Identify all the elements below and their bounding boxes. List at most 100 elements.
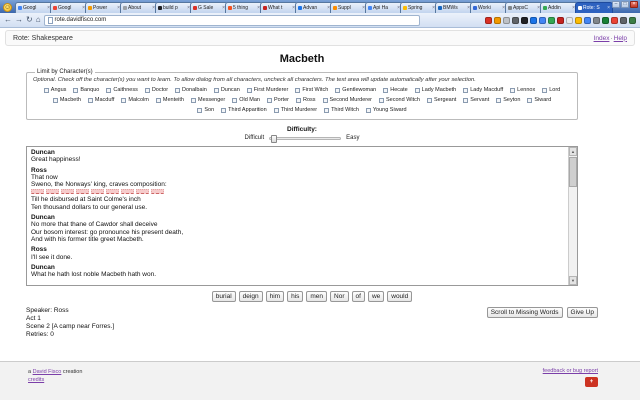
checkbox-icon[interactable]	[87, 97, 93, 103]
character-checkbox-item[interactable]: Macduff	[87, 97, 114, 103]
checkbox-icon[interactable]	[144, 87, 150, 93]
checkbox-icon[interactable]	[324, 107, 330, 113]
extension-icon[interactable]	[512, 16, 519, 24]
extension-icon[interactable]	[611, 16, 618, 24]
word-button[interactable]: him	[265, 291, 285, 302]
checkbox-icon[interactable]	[155, 97, 161, 103]
character-checkbox-item[interactable]: Ross	[295, 97, 316, 103]
david-fisco-link[interactable]: David Fisco	[33, 369, 62, 375]
checkbox-icon[interactable]	[232, 97, 238, 103]
extension-icon[interactable]	[575, 16, 582, 24]
missing-word-blank[interactable]	[121, 189, 134, 195]
character-checkbox-item[interactable]: First Murderer	[246, 87, 288, 93]
missing-word-blank[interactable]	[76, 189, 89, 195]
checkbox-icon[interactable]	[43, 87, 49, 93]
browser-tab[interactable]: What t ×	[260, 2, 298, 13]
character-checkbox-item[interactable]: Lord	[542, 87, 560, 93]
character-checkbox-item[interactable]: Son	[197, 107, 214, 113]
refresh-icon[interactable]: ↻	[26, 16, 33, 24]
checkbox-icon[interactable]	[426, 97, 432, 103]
checkbox-icon[interactable]	[175, 87, 181, 93]
word-button[interactable]: men	[306, 291, 328, 302]
feedback-link[interactable]: feedback or bug report	[543, 368, 598, 374]
character-checkbox-item[interactable]: Menteith	[155, 97, 184, 103]
checkbox-icon[interactable]	[246, 87, 252, 93]
checkbox-icon[interactable]	[213, 87, 219, 93]
extension-icon[interactable]	[593, 16, 600, 24]
extension-icon[interactable]	[503, 16, 510, 24]
character-checkbox-item[interactable]: Doctor	[144, 87, 168, 93]
missing-word-blank[interactable]	[151, 189, 164, 195]
home-icon[interactable]: ⌂	[36, 16, 41, 24]
extension-icon[interactable]	[485, 16, 492, 24]
word-button[interactable]: would	[387, 291, 413, 302]
character-checkbox-item[interactable]: Third Murderer	[273, 107, 317, 113]
give-up-button[interactable]: Give Up	[566, 307, 598, 318]
character-checkbox-item[interactable]: Banquo	[73, 87, 99, 93]
browser-tab[interactable]: Power ×	[85, 2, 123, 13]
checkbox-icon[interactable]	[496, 97, 502, 103]
character-checkbox-item[interactable]: Second Witch	[379, 97, 420, 103]
character-checkbox-item[interactable]: Seyton	[496, 97, 520, 103]
character-checkbox-item[interactable]: Servant	[463, 97, 489, 103]
extension-icon[interactable]	[602, 16, 609, 24]
browser-tab[interactable]: G Sale ×	[190, 2, 228, 13]
browser-tab[interactable]: BMWs ×	[435, 2, 473, 13]
character-checkbox-item[interactable]: Macbeth	[52, 97, 81, 103]
character-checkbox-item[interactable]: Lady Macbeth	[414, 87, 456, 93]
scrollbar-thumb[interactable]	[569, 157, 577, 187]
extension-icon[interactable]	[620, 16, 627, 24]
character-checkbox-item[interactable]: Malcolm	[121, 97, 149, 103]
character-checkbox-item[interactable]: Sergeant	[426, 97, 456, 103]
extension-icon[interactable]	[629, 16, 636, 24]
missing-word-blank[interactable]	[91, 189, 104, 195]
checkbox-icon[interactable]	[121, 97, 127, 103]
word-button[interactable]: Nor	[330, 291, 349, 302]
character-checkbox-item[interactable]: Lady Macduff	[463, 87, 503, 93]
character-checkbox-item[interactable]: Caithness	[106, 87, 138, 93]
word-button[interactable]: of	[351, 291, 365, 302]
character-checkbox-item[interactable]: Old Man	[232, 97, 260, 103]
extension-icon[interactable]	[521, 16, 528, 24]
tab-close-icon[interactable]: ×	[607, 5, 610, 11]
checkbox-icon[interactable]	[542, 87, 548, 93]
character-checkbox-item[interactable]: Hecate	[383, 87, 408, 93]
browser-tab[interactable]: Api Ha ×	[365, 2, 403, 13]
character-checkbox-item[interactable]: Duncan	[213, 87, 240, 93]
checkbox-icon[interactable]	[73, 87, 79, 93]
checkbox-icon[interactable]	[267, 97, 272, 103]
character-checkbox-item[interactable]: Donalbain	[175, 87, 207, 93]
browser-tab[interactable]: 5 thing ×	[225, 2, 263, 13]
missing-word-blank[interactable]	[61, 189, 74, 195]
extension-icon[interactable]	[584, 16, 591, 24]
index-link[interactable]: Index	[594, 35, 610, 42]
character-checkbox-item[interactable]: Messenger	[190, 97, 225, 103]
credits-link[interactable]: credits	[28, 377, 44, 383]
checkbox-icon[interactable]	[365, 107, 371, 113]
checkbox-icon[interactable]	[335, 87, 341, 93]
extension-icon[interactable]	[557, 16, 564, 24]
browser-tab[interactable]: About ×	[120, 2, 158, 13]
help-link[interactable]: Help	[614, 35, 627, 42]
extension-icon[interactable]	[494, 16, 501, 24]
character-checkbox-item[interactable]: Third Witch	[324, 107, 359, 113]
character-checkbox-item[interactable]: Angus	[43, 87, 66, 93]
forward-icon[interactable]: →	[15, 16, 23, 24]
checkbox-icon[interactable]	[106, 87, 112, 93]
browser-tab[interactable]: Googl ×	[50, 2, 88, 13]
checkbox-icon[interactable]	[295, 87, 301, 93]
checkbox-icon[interactable]	[379, 97, 385, 103]
minimize-button[interactable]: –	[612, 1, 620, 8]
browser-tab[interactable]: Addin ×	[540, 2, 578, 13]
missing-word-blank[interactable]	[46, 189, 59, 195]
missing-word-blank[interactable]	[136, 189, 149, 195]
browser-tab[interactable]: Rote: S ×	[575, 2, 613, 13]
character-checkbox-item[interactable]: Third Apparition	[221, 107, 267, 113]
extension-icon[interactable]	[548, 16, 555, 24]
word-button[interactable]: burial	[211, 291, 236, 302]
checkbox-icon[interactable]	[383, 87, 389, 93]
extension-icon[interactable]	[530, 16, 537, 24]
checkbox-icon[interactable]	[414, 87, 420, 93]
scroll-to-missing-words-button[interactable]: Scroll to Missing Words	[486, 307, 563, 318]
difficulty-slider[interactable]	[269, 134, 342, 143]
